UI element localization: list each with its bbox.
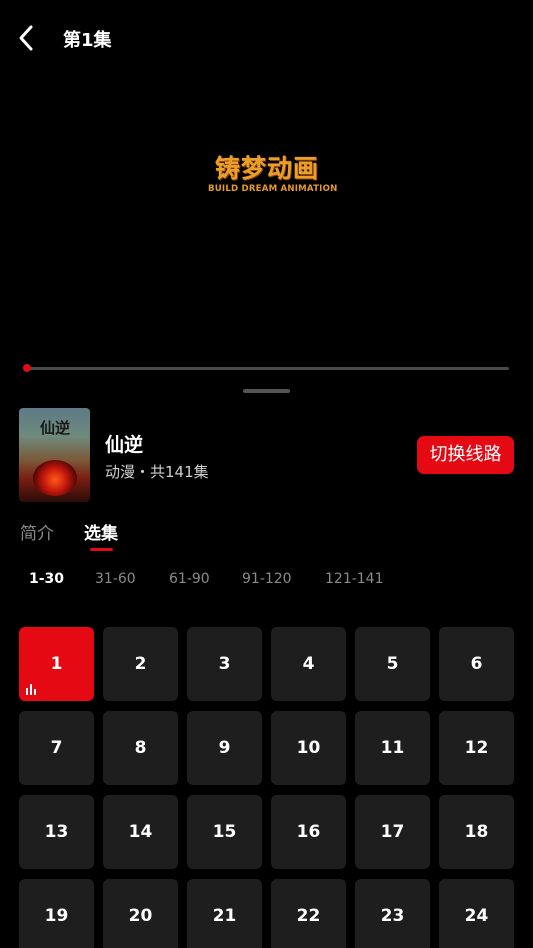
episode-number: 2	[134, 654, 147, 674]
tab-indicator	[90, 548, 113, 551]
poster-orb	[33, 460, 77, 496]
drag-handle[interactable]	[243, 389, 290, 393]
episode-number: 4	[302, 654, 315, 674]
episode-number: 9	[218, 738, 231, 758]
progress-knob[interactable]	[23, 364, 31, 372]
studio-logo: 铸梦动画 BUILD DREAM ANIMATION	[208, 154, 338, 194]
switch-source-button[interactable]: 切换线路	[417, 436, 514, 474]
episode-number: 8	[134, 738, 147, 758]
video-player[interactable]: 铸梦动画 BUILD DREAM ANIMATION	[0, 76, 533, 376]
poster-image: 仙逆	[19, 408, 90, 502]
episode-button[interactable]: 12	[439, 711, 514, 785]
episode-number: 1	[50, 654, 63, 674]
range-tab[interactable]: 91-120	[242, 571, 292, 587]
tab-intro[interactable]: 简介	[20, 519, 54, 544]
episode-button[interactable]: 20	[103, 879, 178, 948]
episode-number: 22	[296, 906, 321, 926]
episode-button[interactable]: 15	[187, 795, 262, 869]
episode-button[interactable]: 11	[355, 711, 430, 785]
episode-button[interactable]: 21	[187, 879, 262, 948]
episode-number: 6	[470, 654, 483, 674]
episode-number: 18	[464, 822, 489, 842]
range-tab[interactable]: 1-30	[29, 571, 64, 587]
episode-button[interactable]: 13	[19, 795, 94, 869]
episode-title: 第1集	[63, 30, 112, 51]
episode-number: 13	[44, 822, 69, 842]
poster-title: 仙逆	[39, 419, 70, 437]
back-button[interactable]	[12, 22, 42, 54]
episode-button[interactable]: 6	[439, 627, 514, 701]
episode-button[interactable]: 10	[271, 711, 346, 785]
range-tab[interactable]: 61-90	[169, 571, 210, 587]
chevron-left-icon	[19, 25, 33, 51]
progress-track[interactable]	[27, 367, 509, 370]
episode-button[interactable]: 5	[355, 627, 430, 701]
episode-number: 12	[464, 738, 489, 758]
episode-button[interactable]: 7	[19, 711, 94, 785]
studio-logo-en: BUILD DREAM ANIMATION	[208, 184, 338, 194]
episode-number: 19	[44, 906, 69, 926]
episode-number: 20	[128, 906, 153, 926]
show-meta: 动漫・共141集	[105, 463, 209, 481]
episode-button[interactable]: 1	[19, 627, 94, 701]
episode-button[interactable]: 8	[103, 711, 178, 785]
episode-number: 5	[386, 654, 399, 674]
tab-episodes[interactable]: 选集	[84, 519, 118, 544]
episode-button[interactable]: 18	[439, 795, 514, 869]
episode-button[interactable]: 19	[19, 879, 94, 948]
episode-button[interactable]: 14	[103, 795, 178, 869]
episode-number: 15	[212, 822, 237, 842]
episode-button[interactable]: 22	[271, 879, 346, 948]
episode-number: 10	[296, 738, 321, 758]
top-bar: 第1集	[0, 0, 533, 76]
episode-number: 3	[218, 654, 231, 674]
episode-button[interactable]: 23	[355, 879, 430, 948]
episode-number: 21	[212, 906, 237, 926]
range-tab[interactable]: 121-141	[325, 571, 384, 587]
episode-button[interactable]: 4	[271, 627, 346, 701]
episode-number: 16	[296, 822, 321, 842]
episode-number: 11	[380, 738, 405, 758]
playing-bars-icon	[26, 684, 36, 695]
episode-number: 7	[50, 738, 63, 758]
episode-button[interactable]: 24	[439, 879, 514, 948]
episode-number: 23	[380, 906, 405, 926]
episode-button[interactable]: 2	[103, 627, 178, 701]
episode-number: 17	[380, 822, 405, 842]
episode-button[interactable]: 9	[187, 711, 262, 785]
episode-button[interactable]: 16	[271, 795, 346, 869]
range-tab[interactable]: 31-60	[95, 571, 136, 587]
episode-number: 14	[128, 822, 153, 842]
episode-button[interactable]: 3	[187, 627, 262, 701]
episode-number: 24	[464, 906, 489, 926]
player-page: 第1集 铸梦动画 BUILD DREAM ANIMATION 仙逆 仙逆 动漫・…	[0, 0, 533, 948]
show-title: 仙逆	[105, 434, 144, 456]
studio-logo-cn: 铸梦动画	[214, 154, 319, 183]
episode-button[interactable]: 17	[355, 795, 430, 869]
